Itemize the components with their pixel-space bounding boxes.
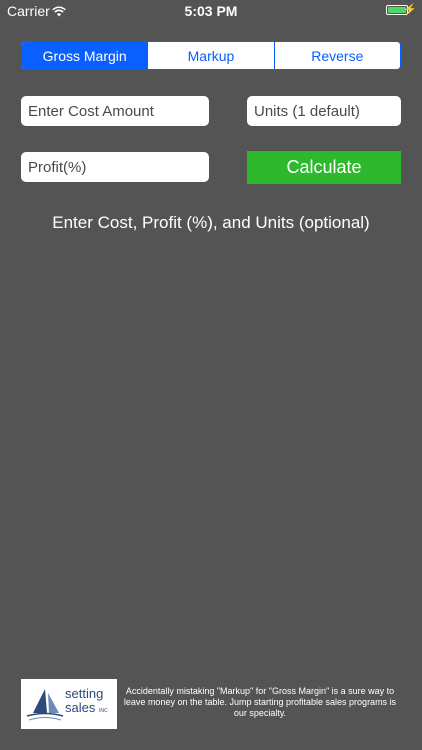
logo-line2: sales bbox=[65, 700, 96, 715]
footer-message: Accidentally mistaking "Markup" for "Gro… bbox=[123, 686, 397, 718]
units-input[interactable] bbox=[254, 102, 394, 120]
cost-field-container bbox=[21, 96, 209, 126]
calculate-button[interactable]: Calculate bbox=[247, 151, 401, 184]
tab-reverse[interactable]: Reverse bbox=[273, 42, 400, 69]
tab-gross-margin[interactable]: Gross Margin bbox=[22, 42, 148, 69]
charging-bolt-icon: ⚡ bbox=[403, 4, 417, 16]
profit-input[interactable] bbox=[28, 158, 202, 176]
instructions-text: Enter Cost, Profit (%), and Units (optio… bbox=[52, 213, 370, 232]
sailboat-icon bbox=[26, 689, 64, 721]
clock-time: 5:03 PM bbox=[184, 3, 238, 19]
profit-field-container bbox=[21, 152, 209, 182]
logo-suffix: INC bbox=[98, 708, 108, 714]
mode-segmented-control: Gross Margin Markup Reverse bbox=[21, 41, 401, 70]
cost-input[interactable] bbox=[28, 102, 202, 120]
units-field-container bbox=[247, 96, 401, 126]
tab-markup[interactable]: Markup bbox=[147, 42, 273, 69]
logo-wordmark: setting sales INC bbox=[65, 687, 108, 718]
status-bar: Carrier 5:03 PM ⚡ bbox=[0, 0, 422, 22]
setting-sales-logo[interactable]: setting sales INC bbox=[21, 679, 117, 729]
logo-line1: setting bbox=[65, 686, 104, 701]
logo-line2-wrap: sales INC bbox=[65, 701, 108, 718]
